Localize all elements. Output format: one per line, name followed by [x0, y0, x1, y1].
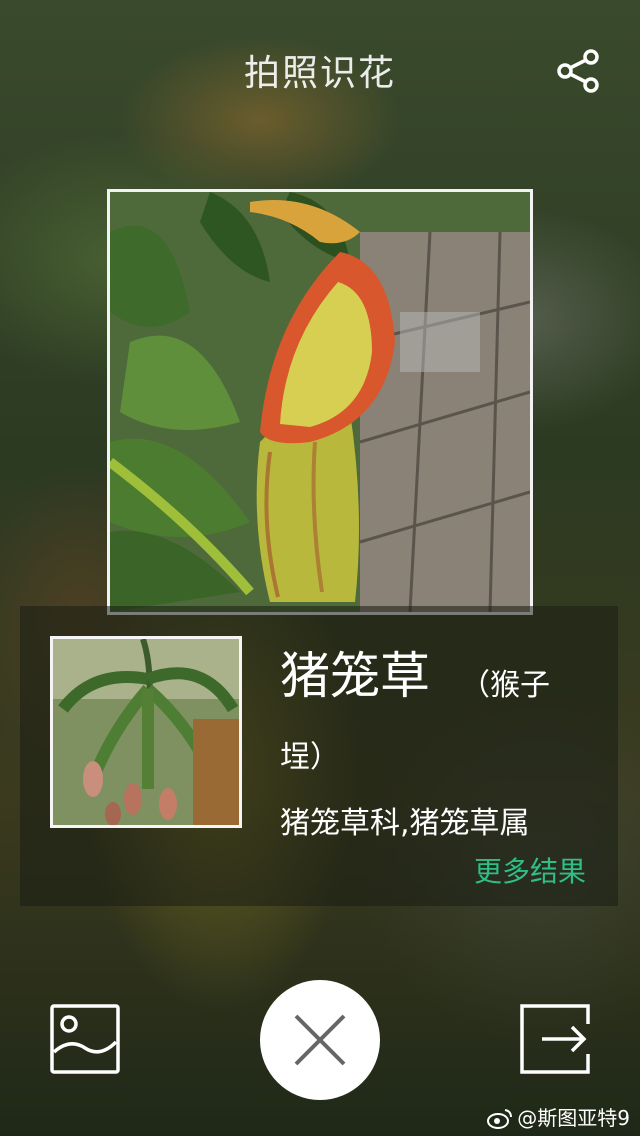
plant-alias-line1: （猴子 — [460, 668, 550, 703]
close-icon — [294, 1014, 346, 1066]
result-panel: 猪笼草 （猴子 埕） 猪笼草科,猪笼草属 更多结果 — [20, 606, 618, 906]
plant-taxonomy: 猪笼草科,猪笼草属 — [280, 806, 530, 841]
page-title: 拍照识花 — [243, 53, 396, 94]
watermark: @斯图亚特9 — [487, 1105, 630, 1131]
weibo-icon — [487, 1109, 513, 1129]
reference-photo — [50, 636, 242, 828]
exit-icon — [520, 1004, 590, 1074]
more-results-link[interactable]: 更多结果 — [474, 854, 586, 890]
image-gallery-icon — [50, 1004, 120, 1074]
share-icon[interactable] — [556, 48, 602, 94]
plant-name: 猪笼草 — [280, 647, 430, 705]
exit-button[interactable] — [520, 1004, 590, 1074]
watermark-text: @斯图亚特9 — [517, 1106, 630, 1130]
gallery-button[interactable] — [50, 1004, 120, 1074]
close-button[interactable] — [260, 980, 380, 1100]
plant-alias-line2: 埕） — [280, 740, 340, 775]
captured-photo — [107, 189, 533, 615]
